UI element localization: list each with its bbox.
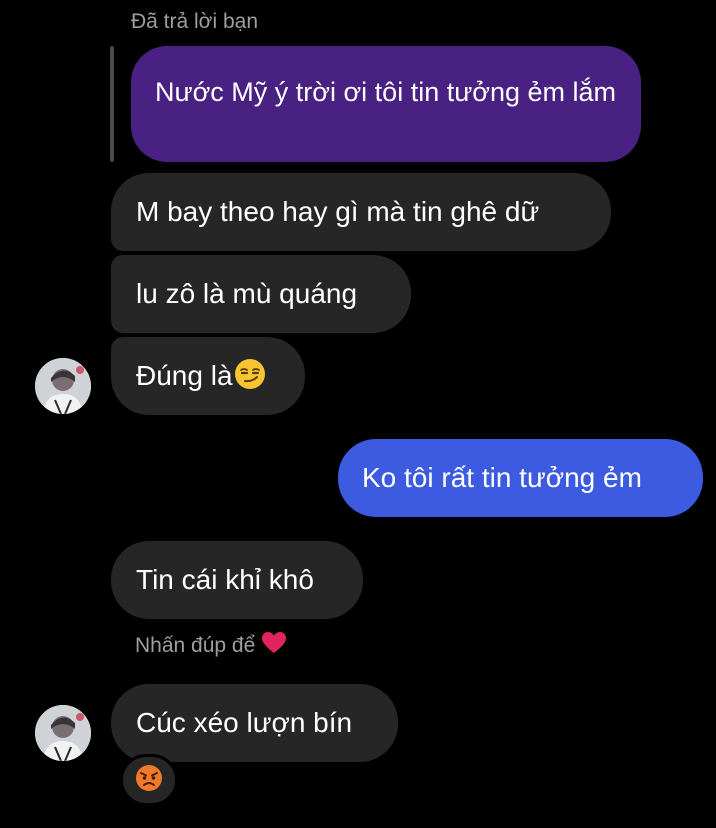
- received-message-bubble[interactable]: Tin cái khỉ khô: [111, 541, 363, 619]
- reply-header: Đã trả lời bạn: [131, 10, 258, 33]
- avatar[interactable]: [35, 705, 91, 761]
- message-text: Ko tôi rất tin tưởng ẻm: [362, 462, 642, 493]
- message-text: Đúng là: [136, 360, 233, 391]
- message-text: Cúc xéo lượn bín: [136, 707, 353, 738]
- avatar[interactable]: [35, 358, 91, 414]
- received-message-bubble[interactable]: lu zô là mù quáng: [111, 255, 411, 333]
- received-message-bubble[interactable]: Cúc xéo lượn bín: [111, 684, 398, 762]
- message-text: lu zô là mù quáng: [136, 278, 358, 309]
- angry-face-icon: [135, 764, 163, 797]
- double-tap-hint-text: Nhấn đúp để: [135, 634, 256, 657]
- smirking-face-icon: [234, 358, 266, 401]
- message-text: Tin cái khỉ khô: [136, 564, 314, 595]
- sent-message-bubble[interactable]: Ko tôi rất tin tưởng ẻm: [338, 439, 703, 517]
- received-message-bubble[interactable]: Đúng là: [111, 337, 305, 415]
- heart-icon: [261, 631, 287, 661]
- quoted-message-bubble[interactable]: Nước Mỹ ý trời ơi tôi tin tưởng ẻm lắm: [131, 46, 641, 162]
- message-text: M bay theo hay gì mà tin ghê dữ: [136, 196, 540, 227]
- message-reaction[interactable]: [120, 754, 178, 806]
- received-message-bubble[interactable]: M bay theo hay gì mà tin ghê dữ: [111, 173, 611, 251]
- reply-indicator-line: [110, 46, 114, 162]
- double-tap-hint: Nhấn đúp để: [135, 631, 287, 661]
- quoted-message-text: Nước Mỹ ý trời ơi tôi tin tưởng ẻm lắm: [155, 77, 617, 107]
